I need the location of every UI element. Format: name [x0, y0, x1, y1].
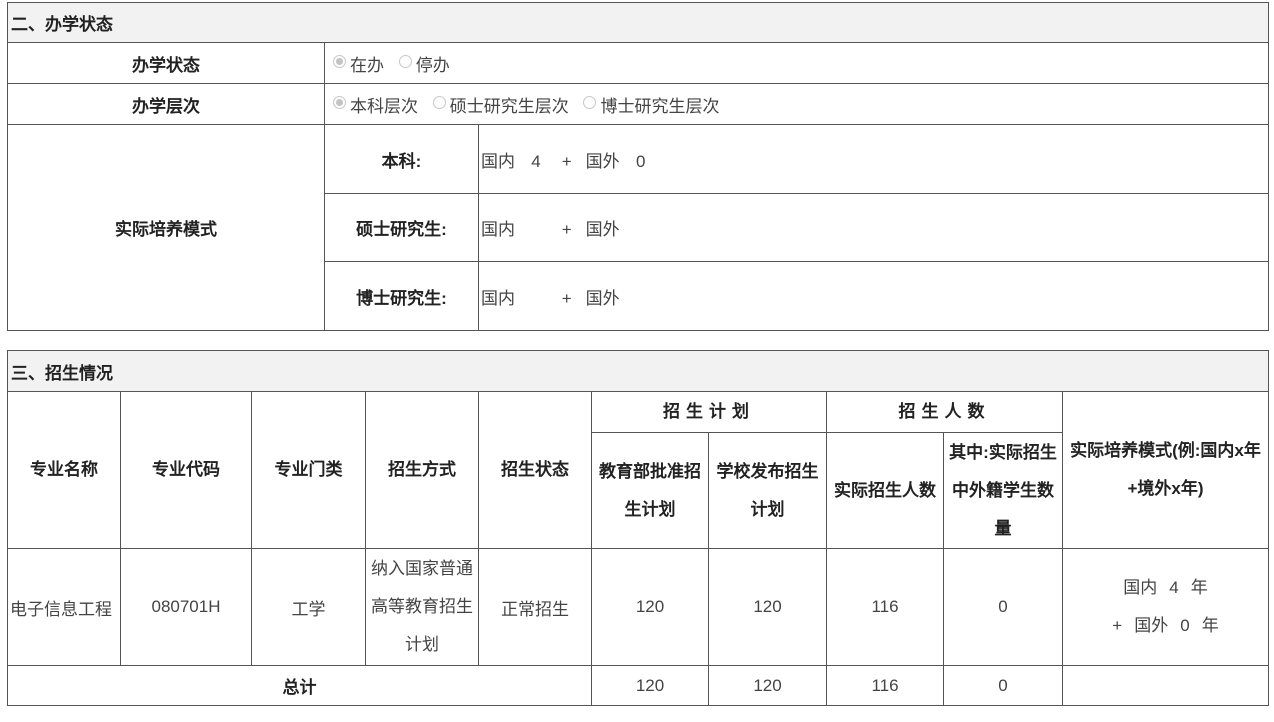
header-major-name: 专业名称 — [7, 391, 121, 549]
header-major-category: 专业门类 — [251, 391, 366, 549]
total-plan-ministry: 120 — [591, 665, 709, 706]
cell-major-code: 080701H — [120, 548, 252, 666]
mode-master-label: 硕士研究生: — [324, 193, 479, 262]
status-option-active[interactable]: 在办 — [333, 51, 384, 76]
status-option-stopped[interactable]: 停办 — [398, 51, 450, 76]
cell-plan-ministry: 120 — [591, 548, 709, 666]
total-label: 总计 — [7, 665, 592, 706]
header-plan-ministry: 教育部批准招生计划 — [591, 432, 709, 549]
header-plan-school: 学校发布招生计划 — [708, 432, 827, 549]
header-enroll-method: 招生方式 — [365, 391, 479, 549]
cell-count-actual: 116 — [826, 548, 944, 666]
header-count-actual: 实际招生人数 — [826, 432, 944, 549]
header-count-foreign: 其中:实际招生中外籍学生数量 — [943, 432, 1063, 549]
status-radio-group: 在办 停办 — [324, 42, 1269, 84]
radio-checked-icon[interactable] — [333, 95, 346, 109]
section3-title: 三、招生情况 — [7, 350, 1269, 392]
header-count-group: 招生人数 — [826, 391, 1063, 433]
model-foreign-line: + 国外 0 年 — [1112, 616, 1219, 635]
level-radio-group: 本科层次 硕士研究生层次 博士研究生层次 — [324, 83, 1269, 125]
radio-checked-icon[interactable] — [333, 54, 346, 68]
mode-undergrad-value: 国内 4 + 国外 0 — [478, 124, 1269, 194]
table-row: 电子信息工程 080701H 工学 纳入国家普通高等教育招生计划 正常招生 12… — [7, 548, 1269, 666]
cell-major-category: 工学 — [251, 548, 366, 666]
total-count-actual: 116 — [826, 665, 944, 706]
total-model — [1062, 665, 1269, 706]
radio-unchecked-icon[interactable] — [398, 54, 412, 68]
level-option-master[interactable]: 硕士研究生层次 — [432, 92, 569, 117]
mode-doctor-label: 博士研究生: — [324, 261, 479, 331]
header-enroll-status: 招生状态 — [478, 391, 592, 549]
level-option-doctor[interactable]: 博士研究生层次 — [583, 92, 719, 117]
enrollment-table: 三、招生情况 专业名称 专业代码 专业门类 招生方式 招生状态 招生计划 招生人… — [7, 350, 1269, 706]
mode-master-value: 国内 + 国外 — [478, 193, 1269, 262]
total-plan-school: 120 — [708, 665, 827, 706]
radio-unchecked-icon[interactable] — [583, 95, 597, 109]
radio-unchecked-icon[interactable] — [432, 95, 446, 109]
cell-enroll-method: 纳入国家普通高等教育招生计划 — [365, 548, 479, 666]
level-option-undergrad[interactable]: 本科层次 — [333, 92, 418, 117]
total-count-foreign: 0 — [943, 665, 1063, 706]
header-model: 实际培养模式(例:国内x年+境外x年) — [1062, 391, 1269, 549]
mode-doctor-value: 国内 + 国外 — [478, 261, 1269, 331]
mode-undergrad-label: 本科: — [324, 124, 479, 194]
cell-major-name: 电子信息工程 — [7, 548, 121, 666]
section2-title: 二、办学状态 — [7, 2, 1269, 43]
cell-enroll-status: 正常招生 — [478, 548, 592, 666]
cell-count-foreign: 0 — [943, 548, 1063, 666]
school-status-table: 二、办学状态 办学状态 在办 停办 办学层次 本科层次 硕士研究生层次 博士研究… — [7, 2, 1269, 331]
status-label: 办学状态 — [7, 42, 325, 84]
model-domestic-line: 国内 4 年 — [1123, 578, 1208, 597]
cell-model: 国内 4 年 + 国外 0 年 — [1062, 548, 1269, 666]
mode-label: 实际培养模式 — [7, 124, 325, 331]
header-major-code: 专业代码 — [120, 391, 252, 549]
level-label: 办学层次 — [7, 83, 325, 125]
header-plan-group: 招生计划 — [591, 391, 827, 433]
cell-plan-school: 120 — [708, 548, 827, 666]
